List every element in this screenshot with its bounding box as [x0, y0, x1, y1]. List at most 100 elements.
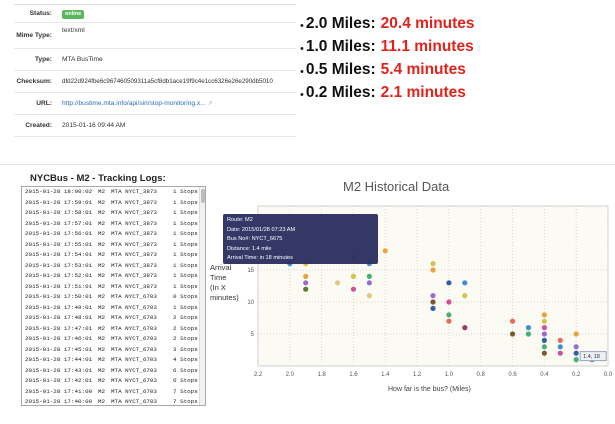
- data-point[interactable]: [350, 273, 357, 279]
- logs-scrollbar[interactable]: [199, 187, 205, 405]
- log-row[interactable]: 2015-01-28 17:56:01 M2 MTA NYCT_3873 1 Stop…: [22, 229, 205, 240]
- log-route: M2: [98, 314, 106, 321]
- data-point[interactable]: [430, 293, 436, 299]
- log-stops: 6 Stops: [173, 366, 198, 374]
- log-timestamp: 2015-01-28 17:45:01: [25, 345, 93, 353]
- data-point[interactable]: [573, 344, 579, 350]
- log-vehicle: MTA NYCT_6703: [111, 366, 157, 374]
- data-point[interactable]: [573, 357, 579, 363]
- data-point[interactable]: [557, 344, 563, 350]
- log-row[interactable]: 2015-01-28 17:50:01 M2 MTA NYCT_6703 0 Stop…: [22, 292, 205, 303]
- data-point[interactable]: [462, 280, 468, 286]
- data-point[interactable]: [430, 261, 436, 267]
- data-point[interactable]: [557, 337, 563, 343]
- log-row[interactable]: 2015-01-28 17:51:01 M2 MTA NYCT_3873 1 Stop…: [22, 282, 205, 293]
- x-tick-label: 0.8: [477, 372, 486, 378]
- log-route: M2: [98, 282, 106, 290]
- log-row[interactable]: 2015-01-28 17:59:01 M2 MTA NYCT_3873 1 Stop…: [22, 198, 205, 209]
- log-row[interactable]: 2015-01-28 17:52:01 M2 MTA NYCT_3873 1 Stop…: [22, 271, 205, 282]
- data-point[interactable]: [541, 331, 547, 337]
- data-point[interactable]: [334, 280, 341, 286]
- data-point[interactable]: [366, 280, 372, 286]
- data-point[interactable]: [430, 299, 436, 305]
- tracking-logs-listbox[interactable]: 2015-01-28 18:00:02 M2 MTA NYCT_3873 1 Stop…: [21, 186, 206, 406]
- log-route: M2: [98, 356, 106, 363]
- x-axis-label: How far is the bus? (Miles): [388, 386, 471, 393]
- data-point[interactable]: [303, 286, 309, 292]
- log-row[interactable]: 2015-01-28 17:42:01 M2 MTA NYCT_6703 6 Stop…: [22, 376, 205, 387]
- log-row[interactable]: 2015-01-28 17:44:01 M2 MTA NYCT_6703 4 Stop…: [22, 355, 205, 366]
- data-point[interactable]: [430, 267, 436, 273]
- log-row[interactable]: 2015-01-28 17:49:01 M2 MTA NYCT_6703 1 Stop…: [22, 303, 205, 314]
- log-row[interactable]: 2015-01-28 17:43:01 M2 MTA NYCT_6703 6 Stop…: [22, 366, 205, 377]
- log-row[interactable]: 2015-01-28 17:46:01 M2 MTA NYCT_6703 2 Stop…: [22, 334, 205, 345]
- log-stops: 1 Stops: [173, 261, 198, 269]
- data-point[interactable]: [430, 305, 436, 311]
- log-stops: 2 Stops: [173, 324, 198, 332]
- data-point[interactable]: [557, 350, 563, 356]
- data-point[interactable]: [303, 280, 309, 286]
- url-link[interactable]: http://bustime.mta.info/api/siri/stop-mo…: [62, 100, 206, 107]
- data-point[interactable]: [366, 293, 372, 299]
- data-point[interactable]: [446, 318, 452, 324]
- url-row: URL: http://bustime.mta.info/api/siri/st…: [14, 93, 296, 115]
- data-point[interactable]: [509, 318, 516, 324]
- log-vehicle: MTA NYCT_6703: [111, 398, 157, 405]
- data-point[interactable]: [366, 273, 372, 279]
- distance-minutes: 2.1 minutes: [380, 83, 466, 101]
- data-point[interactable]: [573, 331, 579, 337]
- distance-item: • 1.0 Miles: 11.1 minutes: [300, 35, 475, 58]
- data-point[interactable]: [541, 318, 547, 324]
- data-point[interactable]: [541, 312, 547, 318]
- log-timestamp: 2015-01-28 17:54:01: [25, 251, 93, 258]
- y-tick-label: 15: [247, 268, 254, 274]
- data-point[interactable]: [541, 344, 547, 350]
- data-point[interactable]: [509, 331, 516, 337]
- log-vehicle: MTA NYCT_3873: [111, 219, 157, 227]
- data-point[interactable]: [541, 325, 547, 331]
- chart-tooltip: Route: M2 Date: 2015/01/28 07:23 AM Bus …: [223, 214, 378, 264]
- log-row[interactable]: 2015-01-28 18:00:02 M2 MTA NYCT_3873 1 Stop…: [22, 187, 205, 198]
- log-timestamp: 2015-01-28 17:57:01: [25, 219, 93, 227]
- data-point[interactable]: [541, 337, 547, 343]
- external-link-icon[interactable]: ↗: [208, 101, 213, 107]
- data-point[interactable]: [303, 273, 309, 279]
- log-row[interactable]: 2015-01-28 17:58:01 M2 MTA NYCT_3873 1 Stop…: [22, 208, 205, 219]
- log-vehicle: MTA NYCT_3873: [111, 240, 157, 248]
- x-tick-label: 1.6: [349, 372, 358, 378]
- data-point[interactable]: [462, 293, 468, 299]
- log-row[interactable]: 2015-01-28 17:40:00 M2 MTA NYCT_6703 7 Stop…: [22, 397, 205, 405]
- log-route: M2: [98, 345, 106, 353]
- distance-miles: 1.0 Miles:: [305, 37, 376, 55]
- log-row[interactable]: 2015-01-28 17:48:01 M2 MTA NYCT_6703 2 Stop…: [22, 313, 205, 324]
- log-row[interactable]: 2015-01-28 17:55:01 M2 MTA NYCT_3873 1 Stop…: [22, 240, 205, 251]
- log-route: M2: [98, 272, 106, 279]
- log-stops: 1 Stops: [173, 282, 198, 290]
- data-point[interactable]: [382, 248, 388, 254]
- distance-item: • 0.5 Miles: 5.4 minutes: [300, 58, 475, 81]
- bullet-icon: •: [300, 89, 304, 101]
- log-row[interactable]: 2015-01-28 17:57:01 M2 MTA NYCT_3873 1 Stop…: [22, 219, 205, 230]
- data-point[interactable]: [573, 350, 579, 356]
- log-route: M2: [98, 398, 106, 405]
- x-tick-label: 0.0: [604, 372, 613, 378]
- data-point[interactable]: [525, 331, 532, 337]
- log-row[interactable]: 2015-01-28 17:41:00 M2 MTA NYCT_6703 7 Stop…: [22, 387, 205, 398]
- data-point[interactable]: [350, 286, 357, 292]
- log-row[interactable]: 2015-01-28 17:53:01 M2 MTA NYCT_3873 1 Stop…: [22, 261, 205, 272]
- scrollbar-thumb[interactable]: [201, 189, 205, 203]
- data-point[interactable]: [446, 312, 452, 318]
- log-row[interactable]: 2015-01-28 17:47:01 M2 MTA NYCT_6703 2 Stop…: [22, 324, 205, 335]
- log-timestamp: 2015-01-28 17:51:01: [25, 282, 93, 290]
- x-tick-label: 1.2: [413, 372, 422, 378]
- log-row[interactable]: 2015-01-28 17:45:01 M2 MTA NYCT_6703 3 Stop…: [22, 345, 205, 356]
- data-point[interactable]: [446, 299, 452, 305]
- log-vehicle: MTA NYCT_6703: [111, 314, 157, 321]
- log-stops: 0 Stops: [173, 293, 198, 300]
- data-point[interactable]: [525, 325, 532, 331]
- data-point[interactable]: [541, 350, 547, 356]
- data-point[interactable]: [462, 325, 468, 331]
- log-stops: 7 Stops: [173, 398, 198, 405]
- log-row[interactable]: 2015-01-28 17:54:01 M2 MTA NYCT_3873 1 Stop…: [22, 250, 205, 261]
- data-point[interactable]: [446, 280, 452, 286]
